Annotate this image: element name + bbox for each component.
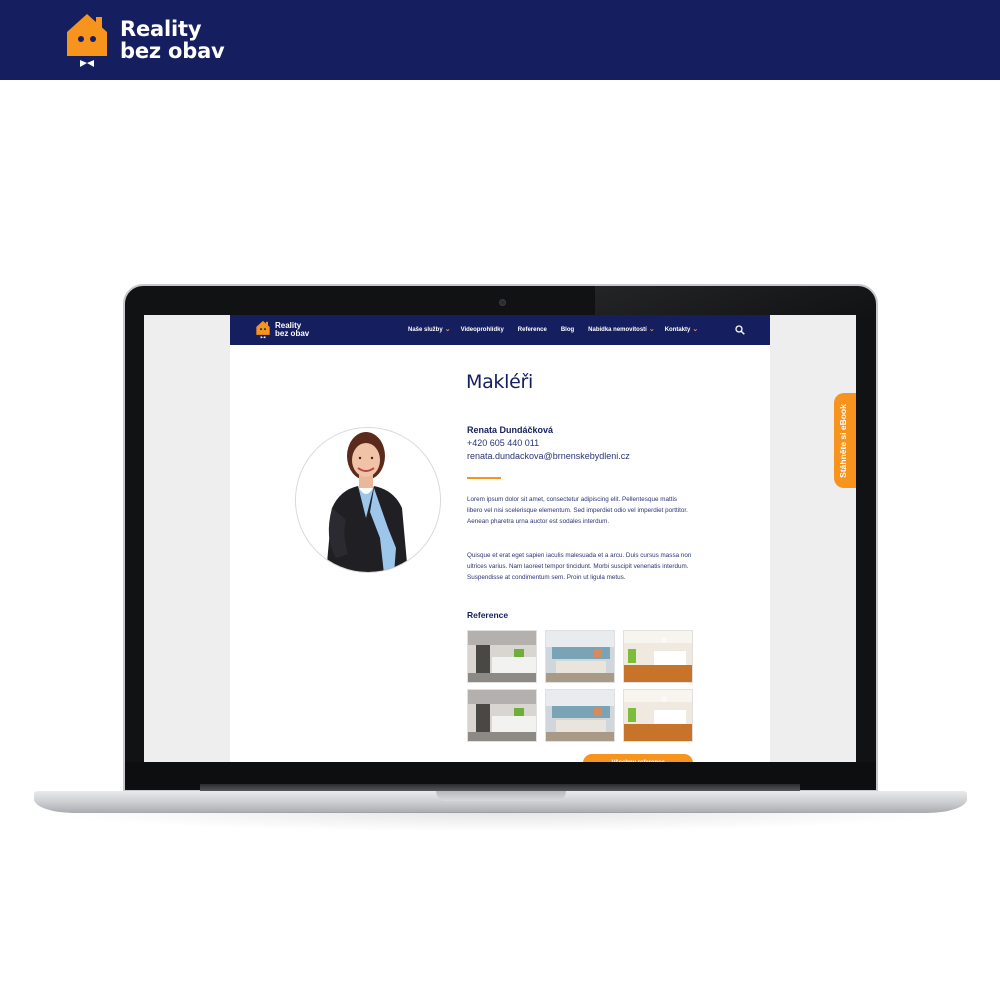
nav-item-label: Videoprohlídky (460, 327, 504, 333)
kitchen-photo-image (624, 631, 692, 682)
reference-thumbnail[interactable] (545, 689, 615, 742)
chevron-down-icon: ⌄ (444, 326, 451, 333)
nav-item-blog[interactable]: Blog (561, 327, 574, 333)
site-logo-line2: bez obav (275, 329, 310, 338)
nav-item-label: Nabídka nemovitostí (588, 327, 647, 333)
reference-thumbnail[interactable] (545, 630, 615, 683)
agent-email-link[interactable]: renata.dundackova@brnenskebydleni.cz (467, 451, 630, 461)
agent-photo (295, 427, 441, 573)
nav-item-label: Reference (517, 327, 547, 333)
kitchen-photo-image (546, 631, 614, 682)
reference-thumbnail[interactable] (623, 689, 693, 742)
nav-menu: Naše služby ⌄ Videoprohlídky Reference B… (408, 315, 708, 345)
presentation-canvas: Reality bez obav Reality bez obav Naše s… (0, 0, 1000, 1000)
kitchen-photo-image (546, 690, 614, 741)
ebook-tab-label: Stáhněte si eBook (838, 404, 848, 478)
agent-bio-paragraph: Lorem ipsum dolor sit amet, consectetur … (467, 496, 688, 525)
agent-bio-paragraph: Quisque et erat eget sapien iaculis male… (467, 552, 692, 581)
website-page: Reality bez obav Naše služby ⌄ Videoproh… (230, 315, 770, 762)
camera-icon (499, 299, 506, 306)
laptop-shadow (40, 812, 960, 832)
laptop-open-notch (436, 791, 566, 801)
banner-logo[interactable]: Reality bez obav (66, 12, 225, 68)
search-icon[interactable] (735, 325, 745, 335)
reference-thumbnail[interactable] (467, 630, 537, 683)
house-mascot-icon (256, 320, 270, 339)
agent-phone-link[interactable]: +420 605 440 011 (467, 438, 539, 448)
banner-logo-line2: bez obav (120, 39, 225, 63)
nav-item-kontakty[interactable]: Kontakty ⌄ (664, 326, 699, 333)
chevron-down-icon: ⌄ (692, 326, 699, 333)
reference-thumbnail[interactable] (467, 689, 537, 742)
kitchen-photo-image (624, 690, 692, 741)
house-mascot-icon (67, 14, 107, 67)
kitchen-photo-image (468, 690, 536, 741)
orange-divider (467, 477, 501, 479)
site-navbar: Reality bez obav Naše služby ⌄ Videoproh… (230, 315, 770, 345)
agent-portrait-image (296, 428, 440, 572)
laptop-screen: Reality bez obav Naše služby ⌄ Videoproh… (144, 315, 856, 762)
site-logo[interactable]: Reality bez obav (256, 320, 309, 339)
all-references-button[interactable]: Všechny reference (583, 754, 693, 762)
nav-item-nabidka-nemovitosti[interactable]: Nabídka nemovitostí ⌄ (588, 326, 655, 333)
lid-reflection (595, 286, 878, 316)
banner-logo-line1: Reality (120, 17, 202, 41)
nav-item-label: Kontakty (664, 327, 691, 333)
nav-item-videoprohlidky[interactable]: Videoprohlídky (461, 327, 504, 333)
nav-item-label: Blog (560, 327, 575, 333)
page-title: Makléři (466, 371, 533, 393)
top-banner: Reality bez obav (0, 0, 1000, 80)
nav-item-reference[interactable]: Reference (518, 327, 547, 333)
nav-item-label: Naše služby (408, 327, 443, 333)
kitchen-photo-image (468, 631, 536, 682)
agent-name: Renata Dundáčková (467, 425, 554, 435)
reference-thumbnail[interactable] (623, 630, 693, 683)
chevron-down-icon: ⌄ (648, 326, 655, 333)
reference-heading: Reference (467, 610, 509, 620)
nav-item-nase-sluzby[interactable]: Naše služby ⌄ (408, 326, 451, 333)
ebook-download-tab[interactable]: Stáhněte si eBook (834, 393, 856, 488)
